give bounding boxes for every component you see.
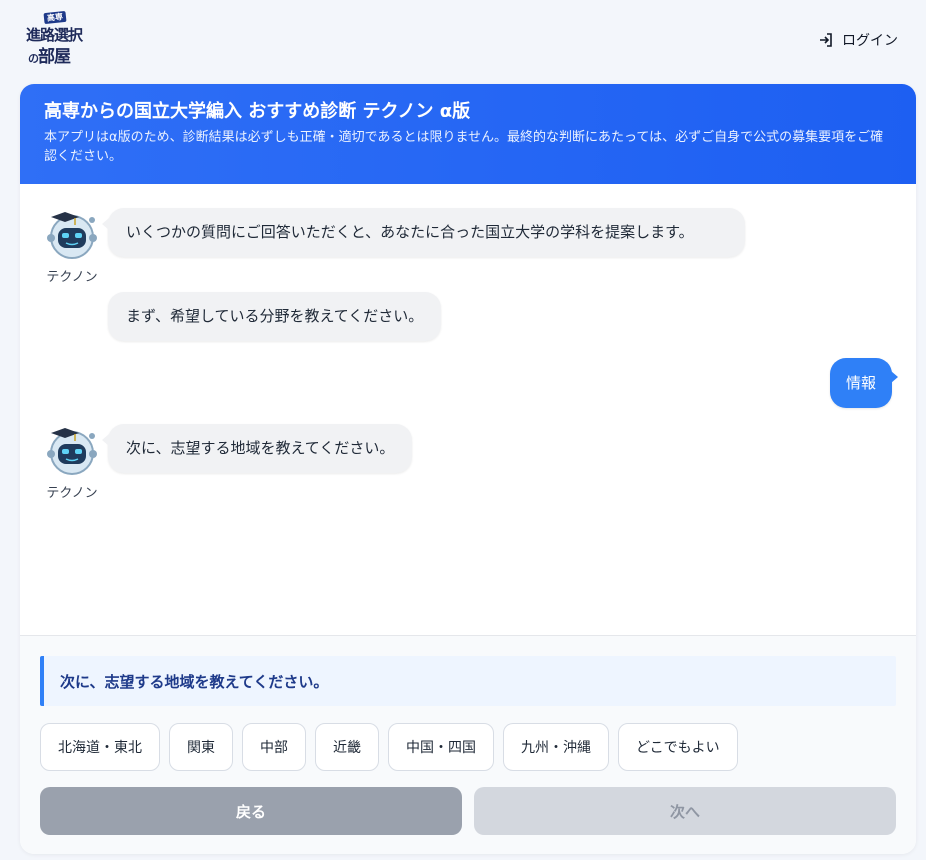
- robot-icon: [47, 428, 97, 475]
- robot-icon: [47, 212, 97, 259]
- top-bar: 高専 進路選択 の部屋 ログイン: [0, 0, 926, 84]
- login-icon: [818, 32, 834, 48]
- logo-badge: 高専: [43, 10, 67, 25]
- option-button[interactable]: どこでもよい: [618, 723, 738, 771]
- disclaimer-text: 本アプリはα版のため、診断結果は必ずしも正確・適切であるとは限りません。最終的な…: [44, 130, 884, 164]
- site-logo[interactable]: 高専 進路選択 の部屋: [26, 10, 88, 68]
- region-options: 北海道・東北 関東 中部 近畿 中国・四国 九州・沖縄 どこでもよい: [40, 723, 738, 771]
- login-label: ログイン: [842, 33, 898, 49]
- back-button[interactable]: 戻る: [40, 787, 462, 835]
- answer-panel: 次に、志望する地域を教えてください。 北海道・東北 関東 中部 近畿 中国・四国…: [20, 635, 916, 854]
- bot-avatar: テクノン: [40, 208, 104, 285]
- bot-message: 次に、志望する地域を教えてください。: [101, 424, 413, 473]
- logo-text-line2: の部屋: [28, 42, 71, 67]
- bot-avatar: テクノン: [40, 424, 104, 501]
- card-header: 高専からの国立大学編入 おすすめ診断 テクノン α版 本アプリはα版のため、診断…: [20, 84, 916, 184]
- option-button[interactable]: 九州・沖縄: [503, 723, 609, 771]
- bot-message: いくつかの質問にご回答いただくと、あなたに合った国立大学の学科を提案します。: [102, 208, 745, 257]
- login-button[interactable]: ログイン: [818, 30, 898, 50]
- option-button[interactable]: 北海道・東北: [40, 723, 160, 771]
- bot-name: テクノン: [46, 486, 98, 501]
- option-button[interactable]: 近畿: [315, 723, 379, 771]
- bot-message: まず、希望している分野を教えてください。: [108, 292, 442, 341]
- option-button[interactable]: 中国・四国: [388, 723, 494, 771]
- chat-area[interactable]: テクノン いくつかの質問にご回答いただくと、あなたに合った国立大学の学科を提案し…: [20, 184, 916, 635]
- page-title: 高専からの国立大学編入 おすすめ診断 テクノン α版: [44, 101, 471, 122]
- logo-text-room: 部屋: [38, 47, 71, 67]
- diagnosis-card: 高専からの国立大学編入 おすすめ診断 テクノン α版 本アプリはα版のため、診断…: [20, 84, 916, 854]
- option-button[interactable]: 中部: [242, 723, 306, 771]
- next-button[interactable]: 次へ: [474, 787, 896, 835]
- option-button[interactable]: 関東: [169, 723, 233, 771]
- question-prompt: 次に、志望する地域を教えてください。: [40, 656, 896, 706]
- logo-text-no: の: [28, 52, 39, 65]
- bot-name: テクノン: [46, 270, 98, 285]
- user-message: 情報: [829, 358, 899, 408]
